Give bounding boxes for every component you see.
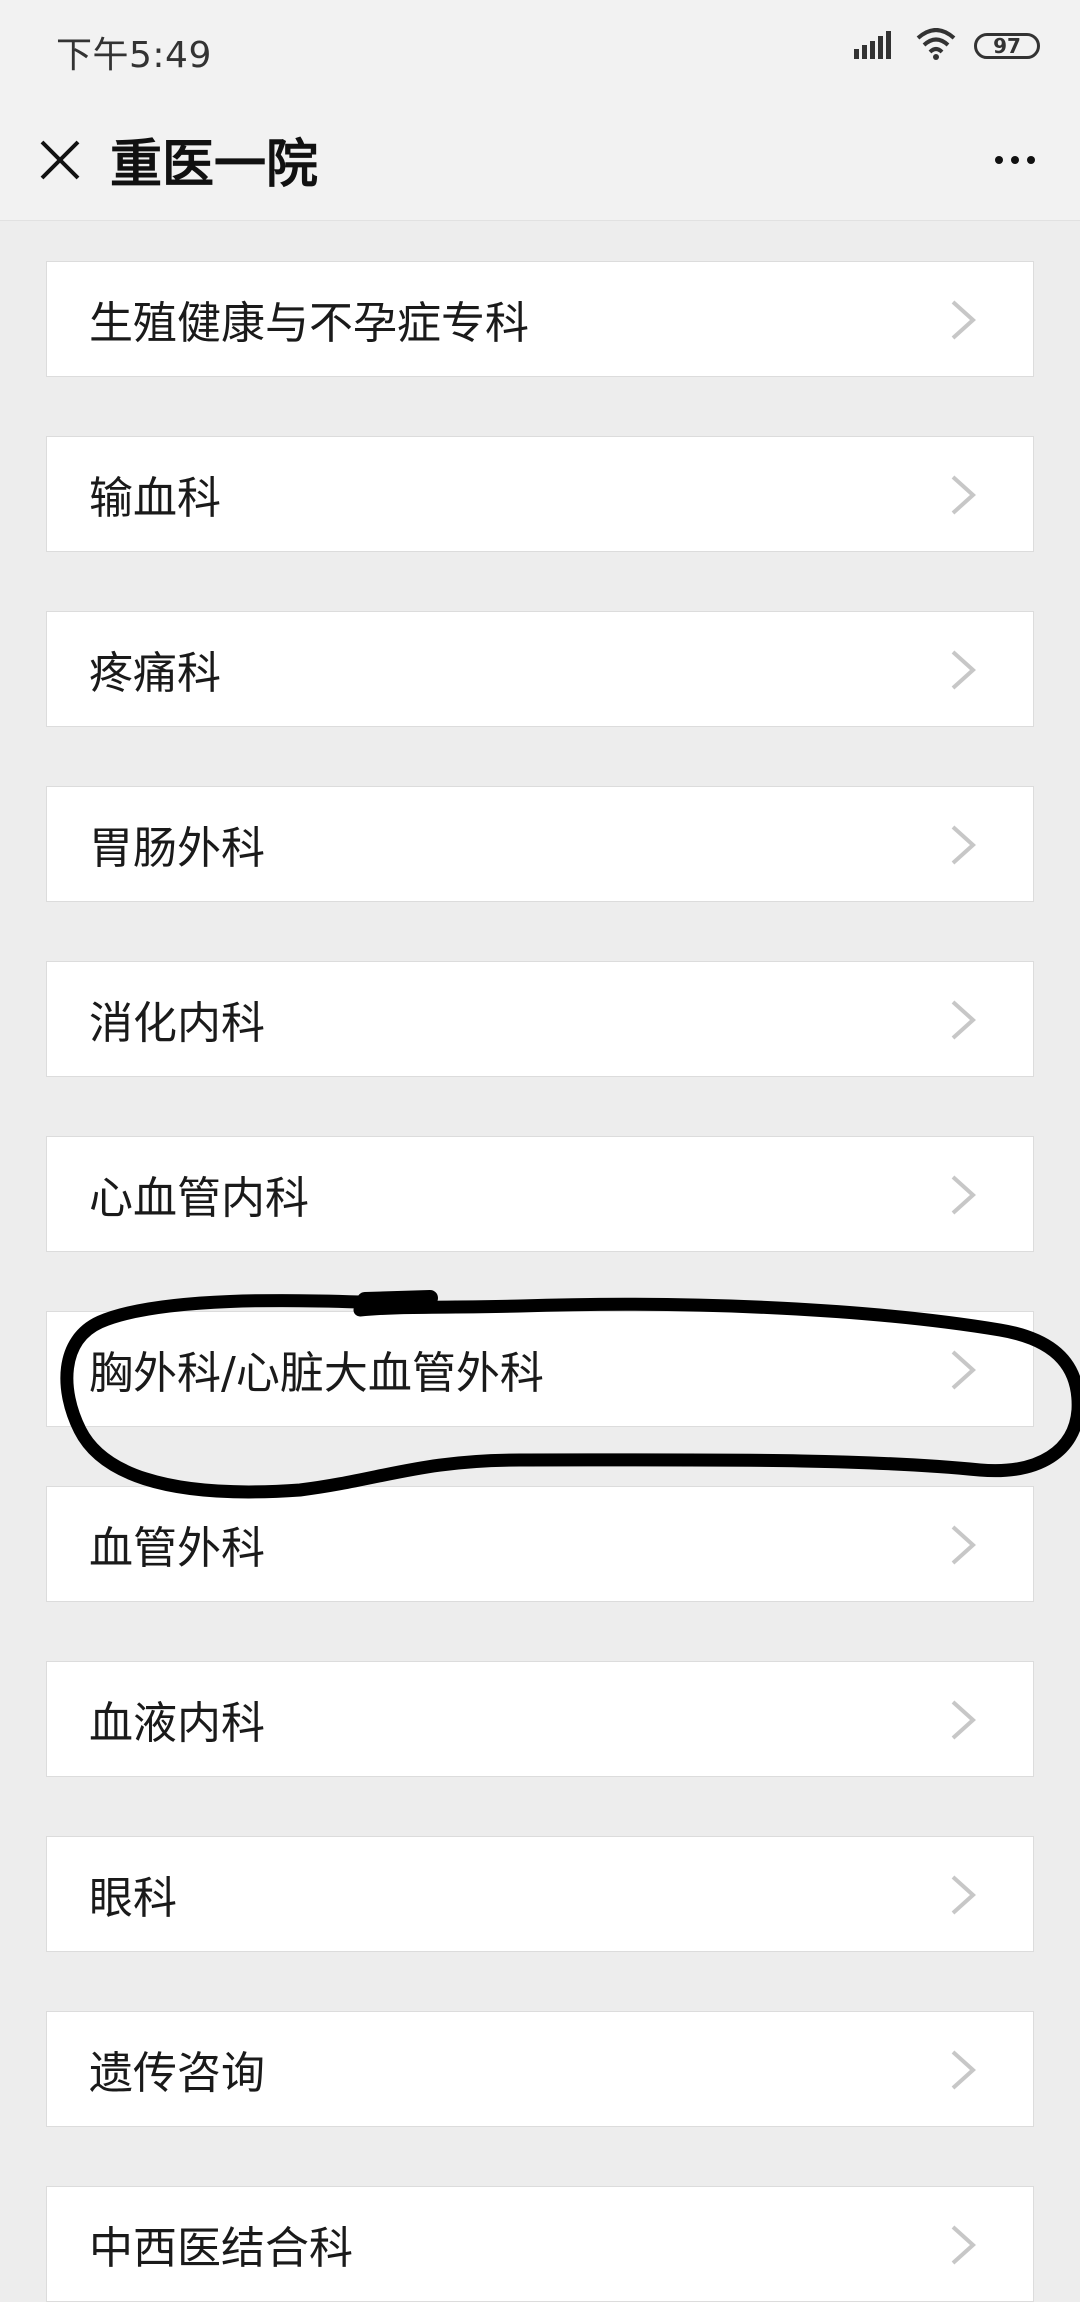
chevron-right-icon <box>951 1000 976 1040</box>
battery-level: 97 <box>993 34 1021 58</box>
department-label: 中西医结合科 <box>89 2223 353 2274</box>
close-icon <box>40 140 80 180</box>
department-label: 消化内科 <box>89 998 265 1049</box>
battery-icon: 97 <box>974 33 1040 59</box>
status-bar: 下午5:49 97 <box>0 0 1080 100</box>
status-time: 下午5:49 <box>56 35 212 76</box>
signal-icon <box>854 29 898 63</box>
chevron-right-icon <box>951 1175 976 1215</box>
page-title: 重医一院 <box>110 135 319 195</box>
close-button[interactable] <box>30 130 90 190</box>
department-label: 眼科 <box>89 1873 177 1924</box>
chevron-right-icon <box>951 300 976 340</box>
department-row[interactable]: 眼科 <box>46 1836 1034 1952</box>
department-row[interactable]: 中西医结合科 <box>46 2186 1034 2302</box>
department-row[interactable]: 胸外科/心脏大血管外科 <box>46 1311 1034 1427</box>
chevron-right-icon <box>951 1875 976 1915</box>
wifi-icon <box>916 28 956 64</box>
department-label: 心血管内科 <box>89 1173 309 1224</box>
chevron-right-icon <box>951 2050 976 2090</box>
chevron-right-icon <box>951 1525 976 1565</box>
department-label: 生殖健康与不孕症专科 <box>89 298 529 349</box>
department-row[interactable]: 输血科 <box>46 436 1034 552</box>
department-row[interactable]: 遗传咨询 <box>46 2011 1034 2127</box>
department-label: 胃肠外科 <box>89 823 265 874</box>
chevron-right-icon <box>951 825 976 865</box>
department-row[interactable]: 血管外科 <box>46 1486 1034 1602</box>
header: 重医一院 <box>0 100 1080 221</box>
department-row[interactable]: 疼痛科 <box>46 611 1034 727</box>
department-row[interactable]: 胃肠外科 <box>46 786 1034 902</box>
chevron-right-icon <box>951 650 976 690</box>
more-icon-dot <box>1027 156 1035 164</box>
department-label: 血液内科 <box>89 1698 265 1749</box>
department-label: 胸外科/心脏大血管外科 <box>89 1348 544 1399</box>
department-row[interactable]: 血液内科 <box>46 1661 1034 1777</box>
department-row[interactable]: 生殖健康与不孕症专科 <box>46 261 1034 377</box>
department-label: 输血科 <box>89 473 221 524</box>
chevron-right-icon <box>951 1700 976 1740</box>
chevron-right-icon <box>951 475 976 515</box>
department-row[interactable]: 心血管内科 <box>46 1136 1034 1252</box>
more-button[interactable] <box>980 132 1050 188</box>
department-label: 疼痛科 <box>89 648 221 699</box>
chevron-right-icon <box>951 2225 976 2265</box>
department-label: 遗传咨询 <box>89 2048 265 2099</box>
chevron-right-icon <box>951 1350 976 1390</box>
department-label: 血管外科 <box>89 1523 265 1574</box>
department-row[interactable]: 消化内科 <box>46 961 1034 1077</box>
more-icon-dot <box>1011 156 1019 164</box>
more-icon <box>995 156 1003 164</box>
status-icons: 97 <box>854 28 1040 64</box>
